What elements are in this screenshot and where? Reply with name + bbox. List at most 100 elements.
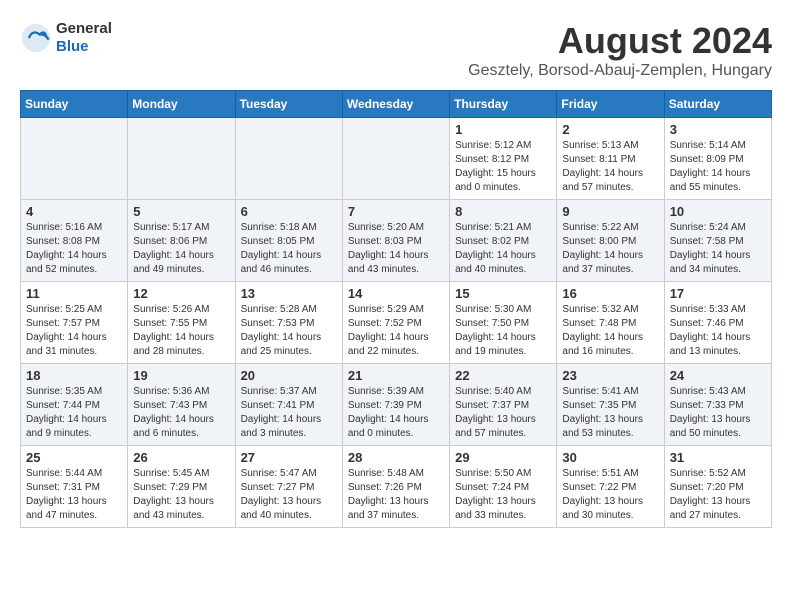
- day-number: 28: [348, 450, 444, 465]
- day-number: 18: [26, 368, 122, 383]
- logo: General Blue: [20, 20, 112, 56]
- day-number: 10: [670, 204, 766, 219]
- day-number: 20: [241, 368, 337, 383]
- calendar-cell: [235, 118, 342, 200]
- calendar-cell: 30Sunrise: 5:51 AMSunset: 7:22 PMDayligh…: [557, 446, 664, 528]
- calendar-week-row: 25Sunrise: 5:44 AMSunset: 7:31 PMDayligh…: [21, 446, 772, 528]
- day-info: Sunrise: 5:32 AMSunset: 7:48 PMDaylight:…: [562, 303, 658, 359]
- day-info: Sunrise: 5:45 AMSunset: 7:29 PMDaylight:…: [133, 467, 229, 523]
- day-info: Sunrise: 5:51 AMSunset: 7:22 PMDaylight:…: [562, 467, 658, 523]
- calendar-cell: 26 Sunrise: 5:45 AMSunset: 7:29 PMDayligh…: [128, 446, 235, 528]
- day-info: Sunrise: 5:47 AMSunset: 7:27 PMDaylight:…: [241, 467, 337, 523]
- day-number: 2: [562, 122, 658, 137]
- calendar-cell: 10 Sunrise: 5:24 AMSunset: 7:58 PMDayligh…: [664, 200, 771, 282]
- calendar-cell: 15Sunrise: 5:30 AMSunset: 7:50 PMDayligh…: [450, 282, 557, 364]
- day-number: 31: [670, 450, 766, 465]
- calendar-table: SundayMondayTuesdayWednesdayThursdayFrid…: [20, 90, 772, 528]
- calendar-cell: 25Sunrise: 5:44 AMSunset: 7:31 PMDayligh…: [21, 446, 128, 528]
- calendar-week-row: 11 Sunrise: 5:25 AMSunset: 7:57 PMDayligh…: [21, 282, 772, 364]
- day-info: Sunrise: 5:35 AMSunset: 7:44 PMDaylight:…: [26, 385, 122, 441]
- day-info: Sunrise: 5:30 AMSunset: 7:50 PMDaylight:…: [455, 303, 551, 359]
- day-info: Sunrise: 5:16 AMSunset: 8:08 PMDaylight:…: [26, 221, 122, 277]
- calendar-cell: 5 Sunrise: 5:17 AMSunset: 8:06 PMDaylight…: [128, 200, 235, 282]
- logo-icon: [20, 22, 52, 54]
- day-number: 9: [562, 204, 658, 219]
- day-info: Sunrise: 5:36 AMSunset: 7:43 PMDaylight:…: [133, 385, 229, 441]
- calendar-cell: 12 Sunrise: 5:26 AMSunset: 7:55 PMDayligh…: [128, 282, 235, 364]
- weekday-header-saturday: Saturday: [664, 91, 771, 118]
- day-info: Sunrise: 5:41 AMSunset: 7:35 PMDaylight:…: [562, 385, 658, 441]
- day-info: Sunrise: 5:24 AMSunset: 7:58 PMDaylight:…: [670, 221, 766, 277]
- calendar-cell: 28 Sunrise: 5:48 AMSunset: 7:26 PMDayligh…: [342, 446, 449, 528]
- day-info: Sunrise: 5:21 AMSunset: 8:02 PMDaylight:…: [455, 221, 551, 277]
- day-number: 22: [455, 368, 551, 383]
- calendar-cell: 9 Sunrise: 5:22 AMSunset: 8:00 PMDaylight…: [557, 200, 664, 282]
- calendar-cell: 31 Sunrise: 5:52 AMSunset: 7:20 PMDayligh…: [664, 446, 771, 528]
- weekday-header-wednesday: Wednesday: [342, 91, 449, 118]
- day-number: 8: [455, 204, 551, 219]
- calendar-header: SundayMondayTuesdayWednesdayThursdayFrid…: [21, 91, 772, 118]
- day-info: Sunrise: 5:22 AMSunset: 8:00 PMDaylight:…: [562, 221, 658, 277]
- day-number: 11: [26, 286, 122, 301]
- day-info: Sunrise: 5:13 AMSunset: 8:11 PMDaylight:…: [562, 139, 658, 195]
- day-number: 3: [670, 122, 766, 137]
- calendar-cell: 1Sunrise: 5:12 AMSunset: 8:12 PMDaylight…: [450, 118, 557, 200]
- day-number: 17: [670, 286, 766, 301]
- weekday-header-friday: Friday: [557, 91, 664, 118]
- month-year-title: August 2024: [468, 20, 772, 62]
- calendar-cell: 7 Sunrise: 5:20 AMSunset: 8:03 PMDaylight…: [342, 200, 449, 282]
- day-info: Sunrise: 5:43 AMSunset: 7:33 PMDaylight:…: [670, 385, 766, 441]
- weekday-header-monday: Monday: [128, 91, 235, 118]
- calendar-cell: 23 Sunrise: 5:41 AMSunset: 7:35 PMDayligh…: [557, 364, 664, 446]
- day-number: 1: [455, 122, 551, 137]
- day-info: Sunrise: 5:17 AMSunset: 8:06 PMDaylight:…: [133, 221, 229, 277]
- calendar-cell: 4 Sunrise: 5:16 AMSunset: 8:08 PMDaylight…: [21, 200, 128, 282]
- weekday-header-tuesday: Tuesday: [235, 91, 342, 118]
- calendar-cell: 3 Sunrise: 5:14 AMSunset: 8:09 PMDaylight…: [664, 118, 771, 200]
- day-info: Sunrise: 5:14 AMSunset: 8:09 PMDaylight:…: [670, 139, 766, 195]
- calendar-cell: [128, 118, 235, 200]
- logo-text: General Blue: [56, 20, 112, 56]
- calendar-cell: 6 Sunrise: 5:18 AMSunset: 8:05 PMDaylight…: [235, 200, 342, 282]
- calendar-week-row: 1Sunrise: 5:12 AMSunset: 8:12 PMDaylight…: [21, 118, 772, 200]
- day-info: Sunrise: 5:44 AMSunset: 7:31 PMDaylight:…: [26, 467, 122, 523]
- day-number: 16: [562, 286, 658, 301]
- location-subtitle: Gesztely, Borsod-Abauj-Zemplen, Hungary: [468, 62, 772, 80]
- day-number: 26: [133, 450, 229, 465]
- day-number: 19: [133, 368, 229, 383]
- day-info: Sunrise: 5:20 AMSunset: 8:03 PMDaylight:…: [348, 221, 444, 277]
- day-number: 13: [241, 286, 337, 301]
- day-number: 27: [241, 450, 337, 465]
- calendar-week-row: 18 Sunrise: 5:35 AMSunset: 7:44 PMDayligh…: [21, 364, 772, 446]
- weekday-row: SundayMondayTuesdayWednesdayThursdayFrid…: [21, 91, 772, 118]
- calendar-cell: 16 Sunrise: 5:32 AMSunset: 7:48 PMDayligh…: [557, 282, 664, 364]
- day-info: Sunrise: 5:48 AMSunset: 7:26 PMDaylight:…: [348, 467, 444, 523]
- day-number: 21: [348, 368, 444, 383]
- calendar-cell: 18 Sunrise: 5:35 AMSunset: 7:44 PMDayligh…: [21, 364, 128, 446]
- day-number: 5: [133, 204, 229, 219]
- weekday-header-thursday: Thursday: [450, 91, 557, 118]
- day-number: 4: [26, 204, 122, 219]
- title-section: August 2024 Gesztely, Borsod-Abauj-Zempl…: [468, 20, 772, 80]
- calendar-cell: 27 Sunrise: 5:47 AMSunset: 7:27 PMDayligh…: [235, 446, 342, 528]
- calendar-cell: 19 Sunrise: 5:36 AMSunset: 7:43 PMDayligh…: [128, 364, 235, 446]
- day-info: Sunrise: 5:52 AMSunset: 7:20 PMDaylight:…: [670, 467, 766, 523]
- day-info: Sunrise: 5:25 AMSunset: 7:57 PMDaylight:…: [26, 303, 122, 359]
- day-number: 23: [562, 368, 658, 383]
- day-info: Sunrise: 5:39 AMSunset: 7:39 PMDaylight:…: [348, 385, 444, 441]
- day-info: Sunrise: 5:18 AMSunset: 8:05 PMDaylight:…: [241, 221, 337, 277]
- day-number: 14: [348, 286, 444, 301]
- day-info: Sunrise: 5:33 AMSunset: 7:46 PMDaylight:…: [670, 303, 766, 359]
- day-info: Sunrise: 5:26 AMSunset: 7:55 PMDaylight:…: [133, 303, 229, 359]
- calendar-cell: 29Sunrise: 5:50 AMSunset: 7:24 PMDayligh…: [450, 446, 557, 528]
- day-number: 12: [133, 286, 229, 301]
- calendar-cell: 14Sunrise: 5:29 AMSunset: 7:52 PMDayligh…: [342, 282, 449, 364]
- calendar-cell: 11 Sunrise: 5:25 AMSunset: 7:57 PMDayligh…: [21, 282, 128, 364]
- day-number: 24: [670, 368, 766, 383]
- day-number: 7: [348, 204, 444, 219]
- calendar-cell: 22Sunrise: 5:40 AMSunset: 7:37 PMDayligh…: [450, 364, 557, 446]
- day-info: Sunrise: 5:50 AMSunset: 7:24 PMDaylight:…: [455, 467, 551, 523]
- calendar-body: 1Sunrise: 5:12 AMSunset: 8:12 PMDaylight…: [21, 118, 772, 528]
- day-info: Sunrise: 5:28 AMSunset: 7:53 PMDaylight:…: [241, 303, 337, 359]
- day-number: 6: [241, 204, 337, 219]
